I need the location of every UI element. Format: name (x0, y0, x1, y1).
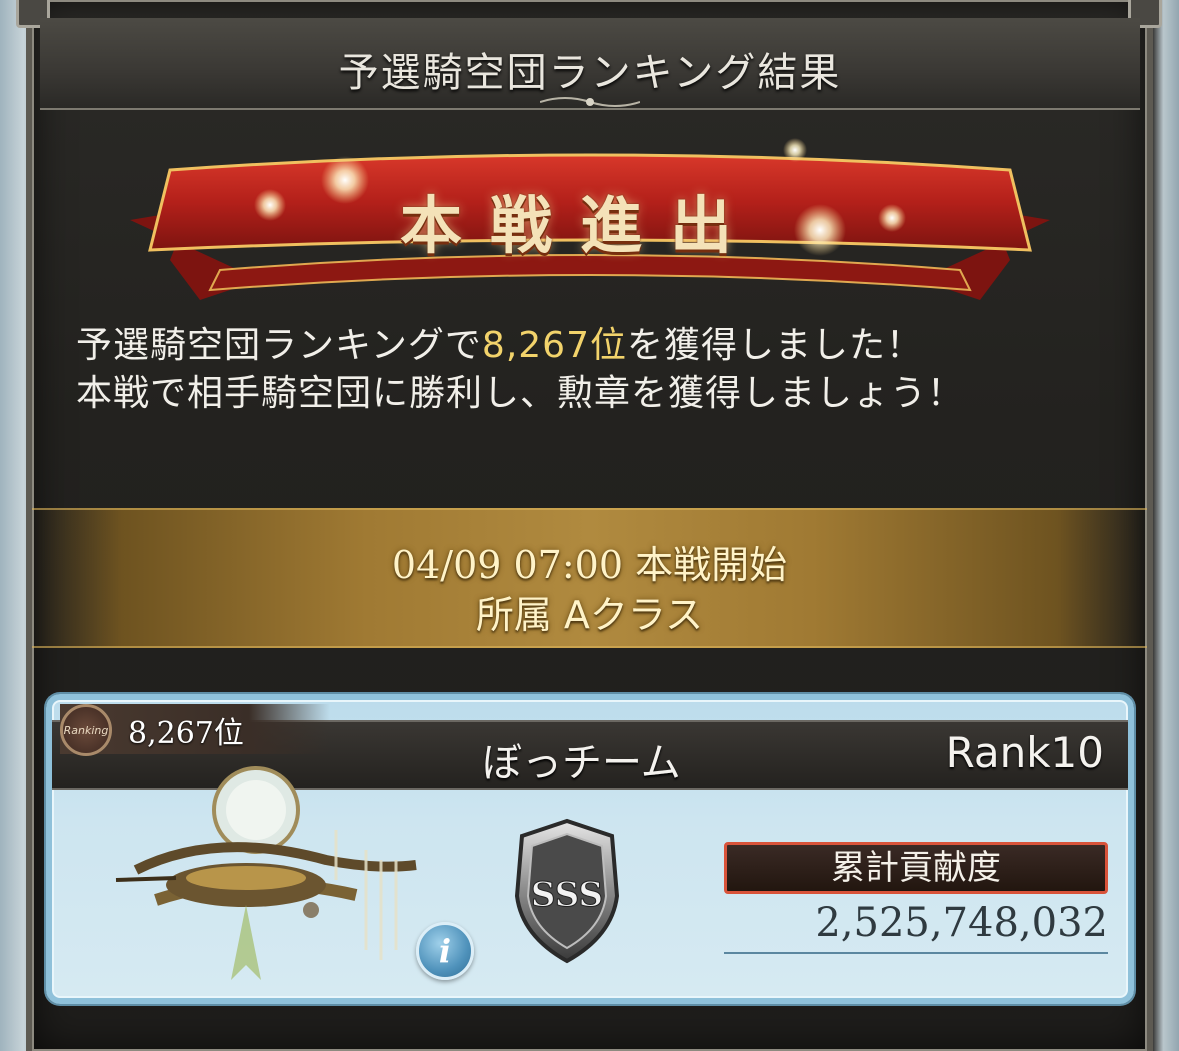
frame-right-edge (1153, 0, 1179, 1051)
grade-text: SSS (531, 875, 603, 915)
guild-rank-level: Rank10 (945, 728, 1104, 777)
message-prefix: 予選騎空団ランキングで (76, 325, 482, 366)
advance-banner-text: 本戦進出 (399, 189, 760, 262)
info-icon[interactable]: i (416, 922, 474, 980)
airship-icon (115, 766, 417, 980)
schedule-band: 04/09 07:00 本戦開始 所属 Aクラス (32, 508, 1147, 648)
finals-start-time: 04/09 07:00 本戦開始 (391, 543, 788, 587)
header-ornament-icon (540, 97, 640, 107)
result-message-line2: 本戦で相手騎空団に勝利し、勲章を獲得しましょう！ (76, 373, 965, 414)
assigned-class: 所属 Aクラス (475, 593, 704, 637)
dialog-title: 予選騎空団ランキング結果 (338, 50, 842, 96)
message-suffix: を獲得しました！ (626, 325, 923, 366)
contribution-underline (724, 952, 1108, 954)
result-message-line1: 予選騎空団ランキングで8,267位を獲得しました！ (76, 322, 964, 370)
sss-grade-badge-icon: SSS (514, 818, 620, 964)
guild-card[interactable]: ぼっチーム Rank10 Ranking 8,267位 i SSS 累計貢献度 … (46, 694, 1134, 1004)
ranking-medal-icon: Ranking (60, 704, 112, 756)
total-contribution-value: 2,525,748,032 (815, 900, 1108, 946)
guild-ranking-position: 8,267位 (128, 716, 244, 751)
result-message: 予選騎空団ランキングで8,267位を獲得しました！ 本戦で相手騎空団に勝利し、勲… (76, 322, 964, 418)
total-contribution-label: 累計貢献度 (724, 842, 1108, 894)
preliminary-rank: 8,267位 (481, 325, 627, 366)
guild-name: ぼっチーム (482, 740, 681, 786)
